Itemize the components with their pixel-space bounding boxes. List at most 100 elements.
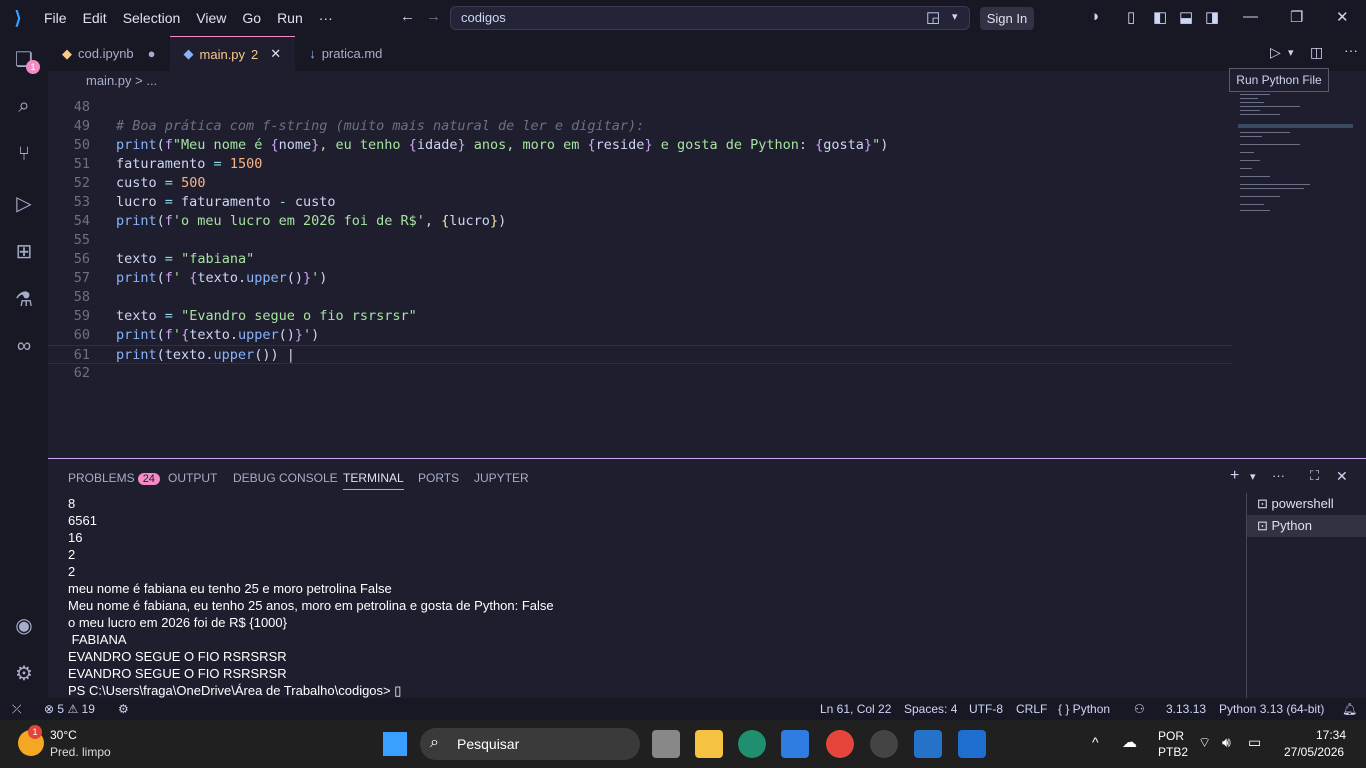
code-line[interactable]: 54 print(f'o meu lucro em 2026 foi de R$'…: [48, 212, 1232, 231]
taskbar-search[interactable]: ⌕ Pesquisar: [420, 728, 640, 760]
code-line[interactable]: 60 print(f'{texto.upper()}'): [48, 326, 1232, 345]
run-chevron-icon[interactable]: ▾: [1288, 46, 1294, 59]
forward-arrow-icon[interactable]: →: [426, 8, 441, 25]
cursor-position[interactable]: Ln 61, Col 22: [820, 702, 891, 716]
edge-browser-icon[interactable]: [738, 730, 766, 758]
line-ending[interactable]: CRLF: [1016, 702, 1047, 716]
terminal-output[interactable]: 8 6561 16 2 2 meu nome é fabiana eu tenh…: [68, 495, 554, 699]
code-line[interactable]: 48: [48, 98, 1232, 117]
menu-run[interactable]: Run: [269, 10, 311, 26]
vscode-taskbar-icon[interactable]: [914, 730, 942, 758]
code-line[interactable]: 49 # Boa prática com f-string (muito mais…: [48, 117, 1232, 136]
start-windows-icon[interactable]: [383, 732, 407, 756]
menu-view[interactable]: View: [188, 10, 234, 26]
command-search[interactable]: codigos: [450, 6, 970, 30]
code-line[interactable]: 58: [48, 288, 1232, 307]
terminal-item-python[interactable]: ⊡ Python: [1247, 515, 1366, 537]
debug-status-icon[interactable]: ⚙: [118, 702, 129, 716]
language-code[interactable]: POR: [1158, 729, 1184, 743]
back-arrow-icon[interactable]: ←: [400, 8, 415, 25]
chrome-icon[interactable]: [826, 730, 854, 758]
onedrive-cloud-icon[interactable]: ☁: [1122, 733, 1137, 751]
weather-description[interactable]: Pred. limpo: [50, 745, 111, 759]
new-terminal-icon[interactable]: +: [1230, 467, 1239, 485]
outlook-icon[interactable]: [958, 730, 986, 758]
notifications-bell-icon[interactable]: 🔔︎: [1342, 702, 1357, 716]
toggle-panel-icon[interactable]: ⬓: [1179, 8, 1193, 26]
restore-icon[interactable]: ❐: [1290, 8, 1303, 26]
breadcrumb[interactable]: main.py > ...: [48, 71, 1366, 91]
language-mode[interactable]: { } Python: [1058, 702, 1110, 716]
close-panel-icon[interactable]: ✕: [1336, 468, 1348, 485]
tab-ports[interactable]: PORTS: [418, 471, 459, 485]
remote-icon[interactable]: ∞: [12, 334, 36, 358]
accounts-icon[interactable]: ◑: [1090, 8, 1099, 25]
run-icon[interactable]: ▷: [1270, 44, 1281, 61]
tab-terminal[interactable]: TERMINAL: [343, 471, 404, 490]
code-line[interactable]: 61 print(texto.upper()) |: [48, 345, 1232, 364]
copilot-chat-icon[interactable]: ◲: [926, 8, 940, 26]
code-line[interactable]: 51 faturamento = 1500: [48, 155, 1232, 174]
clock-time[interactable]: 17:34: [1316, 728, 1346, 742]
tab-jupyter[interactable]: JUPYTER: [474, 471, 529, 485]
menu-edit[interactable]: Edit: [75, 10, 115, 26]
remote-status-icon[interactable]: ⤫: [12, 702, 22, 717]
toggle-sidebar-icon[interactable]: ◧: [1153, 8, 1167, 26]
testing-icon[interactable]: ⚗: [12, 288, 36, 312]
indentation[interactable]: Spaces: 4: [904, 702, 957, 716]
tab-cod-ipynb[interactable]: ◆ cod.ipynb ●: [48, 36, 170, 71]
more-actions-icon[interactable]: ···: [1344, 42, 1358, 58]
code-line[interactable]: 56 texto = "fabiana": [48, 250, 1232, 269]
battery-icon[interactable]: ▭: [1248, 734, 1261, 751]
maximize-panel-icon[interactable]: ⛶: [1310, 468, 1319, 484]
weather-temp[interactable]: 30°C: [50, 728, 77, 742]
code-line[interactable]: 55: [48, 231, 1232, 250]
split-editor-icon[interactable]: ◫: [1310, 44, 1323, 61]
clock-date[interactable]: 27/05/2026: [1284, 745, 1344, 759]
menu-go[interactable]: Go: [234, 10, 269, 26]
toggle-secondary-sidebar-icon[interactable]: ◨: [1205, 8, 1219, 26]
search-icon[interactable]: ⌕: [12, 94, 36, 118]
tab-main-py[interactable]: ◆ main.py 2 ✕: [169, 36, 296, 71]
python-interpreter[interactable]: Python 3.13 (64-bit): [1219, 702, 1324, 716]
code-line[interactable]: 50 print(f"Meu nome é {nome}, eu tenho {i…: [48, 136, 1232, 155]
source-control-icon[interactable]: ⑂: [12, 142, 36, 166]
copilot-icon[interactable]: ⚇: [1134, 702, 1145, 716]
menu-file[interactable]: File: [36, 10, 75, 26]
code-line[interactable]: 53 lucro = faturamento - custo: [48, 193, 1232, 212]
settings-gear-icon[interactable]: ⚙: [12, 662, 36, 686]
menu-more[interactable]: ···: [311, 10, 341, 26]
task-view-icon[interactable]: [652, 730, 680, 758]
tab-debug-console[interactable]: DEBUG CONSOLE: [233, 471, 338, 485]
file-explorer-icon[interactable]: [695, 730, 723, 758]
minimize-icon[interactable]: —: [1243, 8, 1258, 25]
account-icon[interactable]: ◉: [12, 614, 36, 638]
code-editor[interactable]: 48 49 # Boa prática com f-string (muito ma…: [48, 92, 1366, 458]
code-line[interactable]: 62: [48, 364, 1232, 383]
terminal-item-powershell[interactable]: ⊡ powershell: [1247, 493, 1366, 515]
sign-in-button[interactable]: Sign In: [980, 7, 1034, 30]
tray-chevron-up-icon[interactable]: ^: [1092, 734, 1099, 750]
panel-more-icon[interactable]: ···: [1272, 468, 1285, 483]
chevron-down-icon[interactable]: ▾: [952, 10, 958, 23]
layout-sidebar-icon[interactable]: ▯: [1127, 8, 1135, 26]
tab-output[interactable]: OUTPUT: [168, 471, 217, 485]
terminal-chevron-icon[interactable]: ▾: [1250, 470, 1256, 483]
dell-icon[interactable]: [870, 730, 898, 758]
keyboard-layout[interactable]: PTB2: [1158, 745, 1188, 759]
python-version[interactable]: 3.13.13: [1166, 702, 1206, 716]
wifi-icon[interactable]: ⌔: [1198, 734, 1211, 752]
close-window-icon[interactable]: ✕: [1336, 8, 1349, 26]
code-line[interactable]: 57 print(f' {texto.upper()}'): [48, 269, 1232, 288]
close-tab-icon[interactable]: ✕: [270, 46, 281, 62]
encoding[interactable]: UTF-8: [969, 702, 1003, 716]
menu-selection[interactable]: Selection: [115, 10, 189, 26]
tab-problems[interactable]: PROBLEMS 24: [68, 471, 160, 485]
run-debug-icon[interactable]: ▷: [12, 192, 36, 216]
code-line[interactable]: 59 texto = "Evandro segue o fio rsrsrsr": [48, 307, 1232, 326]
store-icon[interactable]: [781, 730, 809, 758]
tab-pratica-md[interactable]: ↓ pratica.md: [295, 36, 396, 71]
minimap[interactable]: [1238, 92, 1353, 222]
extensions-icon[interactable]: ⊞: [12, 240, 36, 264]
volume-icon[interactable]: 🔊︎: [1222, 734, 1231, 751]
